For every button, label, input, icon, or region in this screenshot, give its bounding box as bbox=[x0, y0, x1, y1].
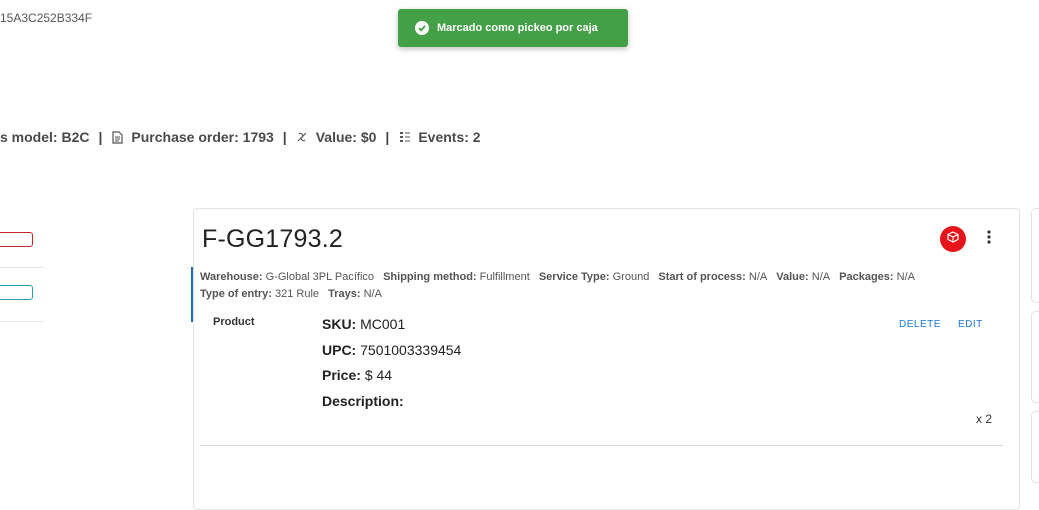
product-sku: SKU: MC001 bbox=[322, 316, 405, 332]
field-label: Value: bbox=[776, 271, 809, 283]
document-icon bbox=[111, 130, 124, 144]
info-packages: Packages: N/A bbox=[839, 271, 915, 283]
more-vertical-icon bbox=[987, 229, 991, 249]
field-value: 321 Rule bbox=[274, 288, 320, 300]
field-value: Ground bbox=[612, 271, 650, 283]
price-value: $ 44 bbox=[364, 367, 393, 383]
order-summary: s model: B2C | Purchase order: 1793 | Va… bbox=[0, 129, 481, 145]
info-service-type: Service Type: Ground bbox=[539, 271, 650, 283]
divider bbox=[0, 321, 44, 322]
box-button[interactable] bbox=[940, 226, 966, 252]
box-icon bbox=[947, 230, 959, 248]
events-count: Events: 2 bbox=[418, 129, 481, 145]
info-trays: Trays: N/A bbox=[328, 288, 382, 300]
shipment-title: F-GG1793.2 bbox=[202, 225, 343, 253]
field-label: Packages: bbox=[839, 271, 894, 283]
purchase-order: Purchase order: 1793 bbox=[131, 129, 274, 145]
field-label: Trays: bbox=[328, 288, 361, 300]
field-value: Fulfillment bbox=[479, 271, 530, 283]
description-label: Description: bbox=[322, 393, 404, 409]
check-circle-icon bbox=[415, 21, 429, 35]
side-card-edge bbox=[1031, 208, 1039, 303]
side-card-edge bbox=[1031, 411, 1039, 483]
field-value: N/A bbox=[811, 271, 831, 283]
field-label: Shipping method: bbox=[383, 271, 477, 283]
info-type-of-entry: Type of entry: 321 Rule bbox=[200, 288, 319, 300]
field-label: Start of process: bbox=[658, 271, 746, 283]
product-quantity: x 2 bbox=[976, 412, 993, 426]
info-shipping-method: Shipping method: Fulfillment bbox=[383, 271, 530, 283]
info-accent-bar bbox=[191, 267, 193, 322]
sku-label: SKU: bbox=[322, 316, 357, 332]
upc-label: UPC: bbox=[322, 342, 357, 358]
separator: | bbox=[98, 129, 103, 145]
left-panel bbox=[0, 210, 192, 497]
shipment-card: F-GG1793.2 Warehouse: G-Global 3PL Pacíf… bbox=[191, 208, 1020, 510]
product-image: Product bbox=[213, 316, 255, 328]
product-upc: UPC: 7501003339454 bbox=[322, 342, 461, 358]
money-icon bbox=[296, 131, 309, 144]
field-label: Service Type: bbox=[538, 271, 610, 283]
delete-button[interactable]: DELETE bbox=[899, 319, 941, 330]
field-value: N/A bbox=[748, 271, 768, 283]
upc-value: 7501003339454 bbox=[360, 342, 462, 358]
info-start-of-process: Start of process: N/A bbox=[658, 271, 767, 283]
toast-notification: Marcado como pickeo por caja bbox=[398, 9, 628, 47]
shipment-info: Warehouse: G-Global 3PL Pacífico Shippin… bbox=[200, 269, 1000, 303]
edit-button[interactable]: EDIT bbox=[958, 319, 983, 330]
separator: | bbox=[385, 129, 390, 145]
field-value: N/A bbox=[363, 288, 382, 300]
product-description: Description: bbox=[322, 393, 404, 409]
status-badge-red[interactable] bbox=[0, 232, 33, 247]
more-options-button[interactable] bbox=[981, 229, 997, 249]
business-model: s model: B2C bbox=[0, 129, 90, 145]
divider bbox=[0, 267, 44, 268]
field-value: N/A bbox=[896, 271, 915, 283]
toast-message: Marcado como pickeo por caja bbox=[437, 22, 598, 34]
separator: | bbox=[282, 129, 287, 145]
info-warehouse: Warehouse: G-Global 3PL Pacífico bbox=[200, 271, 374, 283]
field-label: Type of entry: bbox=[200, 288, 272, 300]
divider bbox=[200, 445, 1003, 446]
order-value: Value: $0 bbox=[315, 129, 377, 145]
field-label: Warehouse: bbox=[200, 271, 263, 283]
sku-value: MC001 bbox=[360, 316, 406, 332]
product-price: Price: $ 44 bbox=[322, 367, 392, 383]
price-label: Price: bbox=[322, 367, 361, 383]
product-image-alt: Product bbox=[213, 316, 255, 328]
side-card-edge bbox=[1031, 311, 1039, 403]
info-value: Value: N/A bbox=[776, 271, 830, 283]
order-id: 15A3C252B334F bbox=[0, 11, 93, 25]
field-value: G-Global 3PL Pacífico bbox=[265, 271, 375, 283]
list-icon bbox=[398, 131, 411, 144]
status-badge-teal[interactable] bbox=[0, 285, 33, 300]
